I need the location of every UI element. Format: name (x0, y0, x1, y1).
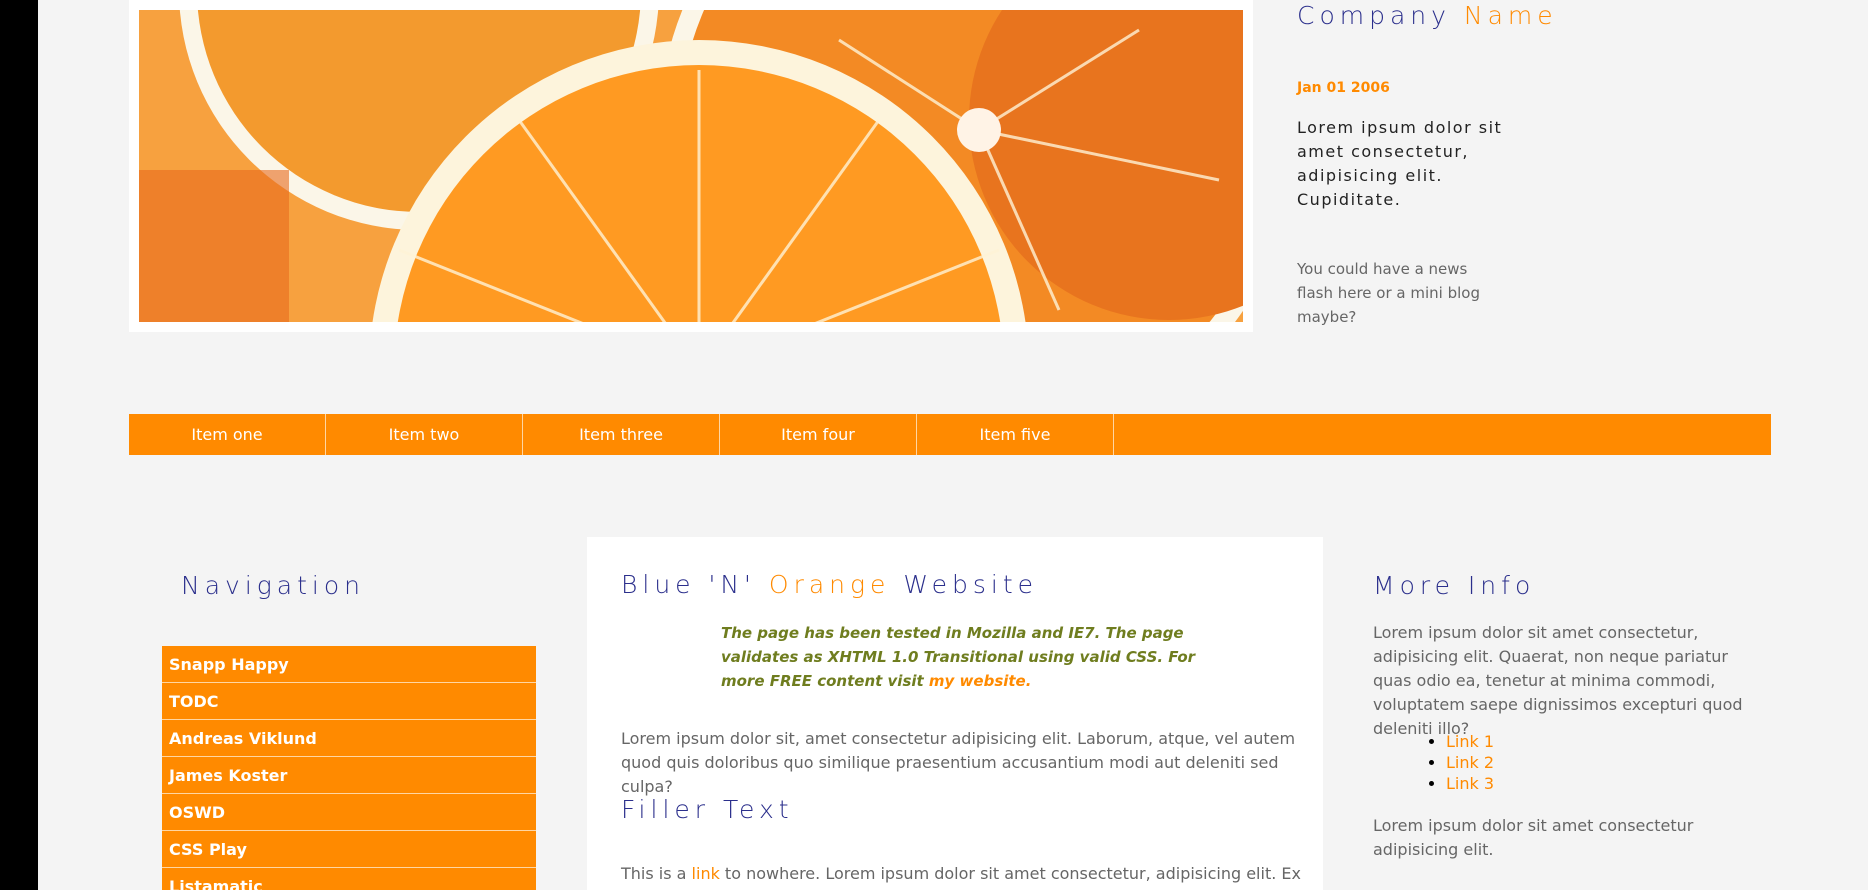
my-website-link[interactable]: my website. (929, 672, 1032, 690)
topnav-item-four[interactable]: Item four (720, 414, 917, 455)
intro-paragraph: Lorem ipsum dolor sit, amet consectetur … (621, 729, 1296, 796)
tagline: Lorem ipsum dolor sit amet consectetur, … (1297, 118, 1503, 209)
filler-text-before: This is a (621, 864, 692, 883)
sidebar-item-todc[interactable]: TODC (162, 683, 536, 720)
company-name-first: Company (1297, 1, 1451, 30)
filler-text-after: to nowhere. Lorem ipsum dolor sit amet c… (621, 864, 1301, 890)
main-title-part3: Website (890, 570, 1039, 599)
link-1[interactable]: Link 1 (1446, 732, 1494, 751)
link-2[interactable]: Link 2 (1446, 753, 1494, 772)
more-info-title: More Info (1373, 571, 1536, 600)
topnav-item-two[interactable]: Item two (326, 414, 523, 455)
hero-orange-image (139, 10, 1243, 322)
sidebar-title: Navigation (181, 571, 365, 600)
more-info-paragraph-2: Lorem ipsum dolor sit amet consectetur a… (1373, 816, 1694, 859)
sidebar-item-oswd[interactable]: OSWD (162, 794, 536, 831)
link-item: Link 2 (1446, 752, 1494, 773)
company-name: Company Name (1297, 1, 1558, 30)
main-title-part1: Blue 'N' (621, 570, 769, 599)
main-content: Blue 'N' Orange Website The page has bee… (587, 537, 1323, 890)
link-item: Link 3 (1446, 773, 1494, 794)
validation-note: The page has been tested in Mozilla and … (721, 621, 1201, 693)
sidebar-item-listamatic[interactable]: Listamatic (162, 868, 536, 890)
filler-paragraph: This is a link to nowhere. Lorem ipsum d… (621, 862, 1301, 890)
more-info-links: Link 1 Link 2 Link 3 (1408, 731, 1494, 794)
sidebar-item-snapp-happy[interactable]: Snapp Happy (162, 646, 536, 683)
main-title-orange: Orange (768, 570, 891, 599)
main-title: Blue 'N' Orange Website (621, 570, 1038, 599)
link-3[interactable]: Link 3 (1446, 774, 1494, 793)
topnav-item-three[interactable]: Item three (523, 414, 720, 455)
sidebar-nav: Snapp Happy TODC Andreas Viklund James K… (162, 646, 536, 890)
topnav-item-one[interactable]: Item one (129, 414, 326, 455)
more-info-paragraph: Lorem ipsum dolor sit amet consectetur, … (1373, 623, 1743, 738)
filler-title: Filler Text (621, 795, 794, 824)
top-navigation: Item one Item two Item three Item four I… (129, 414, 1771, 455)
nowhere-link[interactable]: link (692, 864, 720, 883)
sidebar-item-andreas-viklund[interactable]: Andreas Viklund (162, 720, 536, 757)
link-item: Link 1 (1446, 731, 1494, 752)
sidebar-item-css-play[interactable]: CSS Play (162, 831, 536, 868)
topnav-item-five[interactable]: Item five (917, 414, 1114, 455)
news-date: Jan 01 2006 (1297, 80, 1390, 96)
page: Company Name Jan 01 2006 Lorem ipsum dol… (38, 0, 1868, 890)
news-flash: You could have a news flash here or a mi… (1297, 260, 1480, 326)
sidebar-item-james-koster[interactable]: James Koster (162, 757, 536, 794)
company-name-second: Name (1463, 1, 1558, 30)
